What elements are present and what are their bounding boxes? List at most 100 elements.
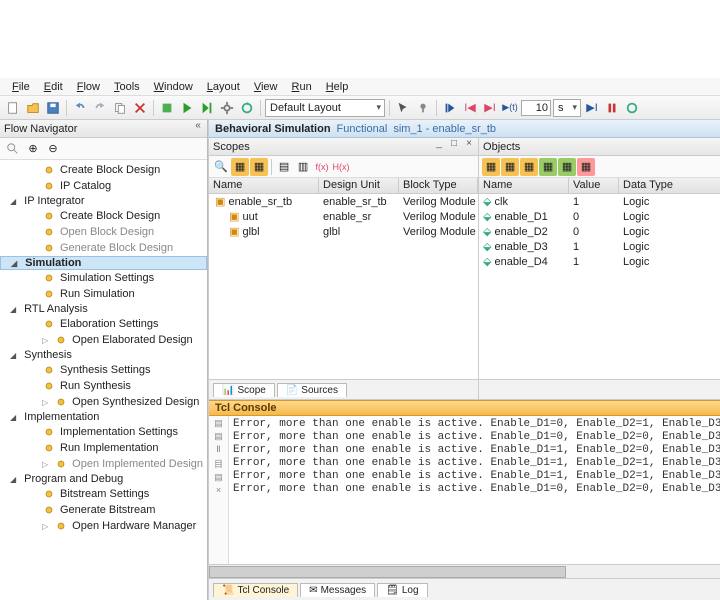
search-icon[interactable]: 🔍	[212, 158, 230, 176]
menubar[interactable]: FileEditFlowToolsWindowLayoutViewRunHelp	[0, 78, 720, 96]
nav-item[interactable]: Generate Block Design	[0, 240, 207, 256]
console-output[interactable]: Error, more than one enable is active. E…	[229, 416, 720, 564]
green-square-icon[interactable]	[158, 99, 176, 117]
o6-icon[interactable]: ▦	[577, 158, 595, 176]
col-type[interactable]: Data Type	[619, 178, 720, 193]
restart-icon[interactable]	[441, 99, 459, 117]
nav-item[interactable]: Bitstream Settings	[0, 486, 207, 502]
t3-icon[interactable]: ▤	[275, 158, 293, 176]
time-unit-combo[interactable]: s	[553, 99, 581, 117]
step-fwd-icon[interactable]: ▶I	[481, 99, 499, 117]
zoom-icon[interactable]	[4, 140, 22, 158]
save-icon[interactable]	[44, 99, 62, 117]
collapse-icon[interactable]: «	[191, 120, 205, 131]
play-for-icon[interactable]: ▶(t)	[501, 99, 519, 117]
refresh-icon[interactable]	[238, 99, 256, 117]
nav-item[interactable]: Create Block Design	[0, 208, 207, 224]
run-icon[interactable]	[178, 99, 196, 117]
o2-icon[interactable]: ▦	[501, 158, 519, 176]
minimize-icon[interactable]: _	[432, 138, 446, 149]
nav-item[interactable]: ▷Open Implemented Design	[0, 456, 207, 472]
nav-group-rtl-analysis[interactable]: RTL Analysis	[0, 302, 207, 316]
hx-icon[interactable]: H(x)	[332, 158, 350, 176]
nav-group-simulation[interactable]: Simulation	[0, 256, 207, 270]
nav-item[interactable]: ▷Open Elaborated Design	[0, 332, 207, 348]
t1-icon[interactable]: ▦	[231, 158, 249, 176]
tab-log[interactable]: 🗒 Log	[377, 583, 427, 597]
pin-icon[interactable]	[414, 99, 432, 117]
table-row[interactable]: ⬙ enable_D41Logic	[479, 254, 720, 269]
table-row[interactable]: ⬙ enable_D20Logic	[479, 224, 720, 239]
col-unit[interactable]: Design Unit	[319, 178, 399, 193]
gear-icon[interactable]	[218, 99, 236, 117]
o1-icon[interactable]: ▦	[482, 158, 500, 176]
relaunch-icon[interactable]	[623, 99, 641, 117]
nav-group-implementation[interactable]: Implementation	[0, 410, 207, 424]
nav-item[interactable]: Run Synthesis	[0, 378, 207, 394]
scopes-grid[interactable]: ▣ enable_sr_tbenable_sr_tbVerilog Module…	[209, 194, 478, 379]
fn-icon[interactable]: f(x)	[313, 158, 331, 176]
cursor-icon[interactable]	[394, 99, 412, 117]
expand-icon[interactable]: ⊕	[24, 140, 42, 158]
menu-flow[interactable]: Flow	[71, 80, 106, 94]
redo-icon[interactable]	[91, 99, 109, 117]
layout-combo[interactable]: Default Layout	[265, 99, 385, 117]
menu-window[interactable]: Window	[148, 80, 199, 94]
copy-icon[interactable]	[111, 99, 129, 117]
nav-item[interactable]: Synthesis Settings	[0, 362, 207, 378]
nav-tree[interactable]: Create Block DesignIP CatalogIP Integrat…	[0, 160, 207, 600]
o5-icon[interactable]: ▦	[558, 158, 576, 176]
step-back-icon[interactable]: I◀	[461, 99, 479, 117]
console-hscroll[interactable]	[209, 564, 720, 578]
undo-icon[interactable]	[71, 99, 89, 117]
table-row[interactable]: ⬙ clk1Logic	[479, 194, 720, 209]
nav-item[interactable]: Open Block Design	[0, 224, 207, 240]
menu-edit[interactable]: Edit	[38, 80, 69, 94]
col-type[interactable]: Block Type	[399, 178, 478, 193]
time-value-input[interactable]: 10	[521, 100, 551, 116]
maximize-icon[interactable]: □	[447, 138, 461, 149]
nav-item[interactable]: Create Block Design	[0, 162, 207, 178]
nav-item[interactable]: Run Simulation	[0, 286, 207, 302]
open-icon[interactable]	[24, 99, 42, 117]
menu-file[interactable]: File	[6, 80, 36, 94]
o3-icon[interactable]: ▦	[520, 158, 538, 176]
col-value[interactable]: Value	[569, 178, 619, 193]
tab-sources[interactable]: 📄 Sources	[277, 383, 347, 397]
cancel-icon[interactable]	[131, 99, 149, 117]
run-all-icon[interactable]: ▶I	[583, 99, 601, 117]
nav-group-synthesis[interactable]: Synthesis	[0, 348, 207, 362]
menu-tools[interactable]: Tools	[108, 80, 146, 94]
nav-item[interactable]: Generate Bitstream	[0, 502, 207, 518]
new-icon[interactable]	[4, 99, 22, 117]
t2-icon[interactable]: ▦	[250, 158, 268, 176]
nav-group-program-and-debug[interactable]: Program and Debug	[0, 472, 207, 486]
pause-icon[interactable]	[603, 99, 621, 117]
tab-messages[interactable]: ✉ Messages	[300, 583, 375, 597]
table-row[interactable]: ▣ enable_sr_tbenable_sr_tbVerilog Module	[209, 194, 478, 209]
nav-item[interactable]: Run Implementation	[0, 440, 207, 456]
nav-item[interactable]: ▷Open Synthesized Design	[0, 394, 207, 410]
menu-help[interactable]: Help	[320, 80, 355, 94]
nav-item[interactable]: Elaboration Settings	[0, 316, 207, 332]
objects-grid[interactable]: ⬙ clk1Logic⬙ enable_D10Logic⬙ enable_D20…	[479, 194, 720, 379]
table-row[interactable]: ▣ glblglblVerilog Module	[209, 224, 478, 239]
table-row[interactable]: ▣ uutenable_srVerilog Module	[209, 209, 478, 224]
table-row[interactable]: ⬙ enable_D10Logic	[479, 209, 720, 224]
tab-tcl-console[interactable]: 📜 Tcl Console	[213, 583, 298, 597]
col-name[interactable]: Name	[209, 178, 319, 193]
nav-group-ip-integrator[interactable]: IP Integrator	[0, 194, 207, 208]
menu-run[interactable]: Run	[286, 80, 318, 94]
collapse-all-icon[interactable]: ⊖	[44, 140, 62, 158]
nav-item[interactable]: Simulation Settings	[0, 270, 207, 286]
o4-icon[interactable]: ▦	[539, 158, 557, 176]
nav-item[interactable]: ▷Open Hardware Manager	[0, 518, 207, 534]
menu-view[interactable]: View	[248, 80, 284, 94]
menu-layout[interactable]: Layout	[201, 80, 246, 94]
col-name[interactable]: Name	[479, 178, 569, 193]
table-row[interactable]: ⬙ enable_D31Logic	[479, 239, 720, 254]
nav-item[interactable]: IP Catalog	[0, 178, 207, 194]
nav-item[interactable]: Implementation Settings	[0, 424, 207, 440]
run-step-icon[interactable]	[198, 99, 216, 117]
tab-scope[interactable]: 📊 Scope	[213, 383, 275, 397]
